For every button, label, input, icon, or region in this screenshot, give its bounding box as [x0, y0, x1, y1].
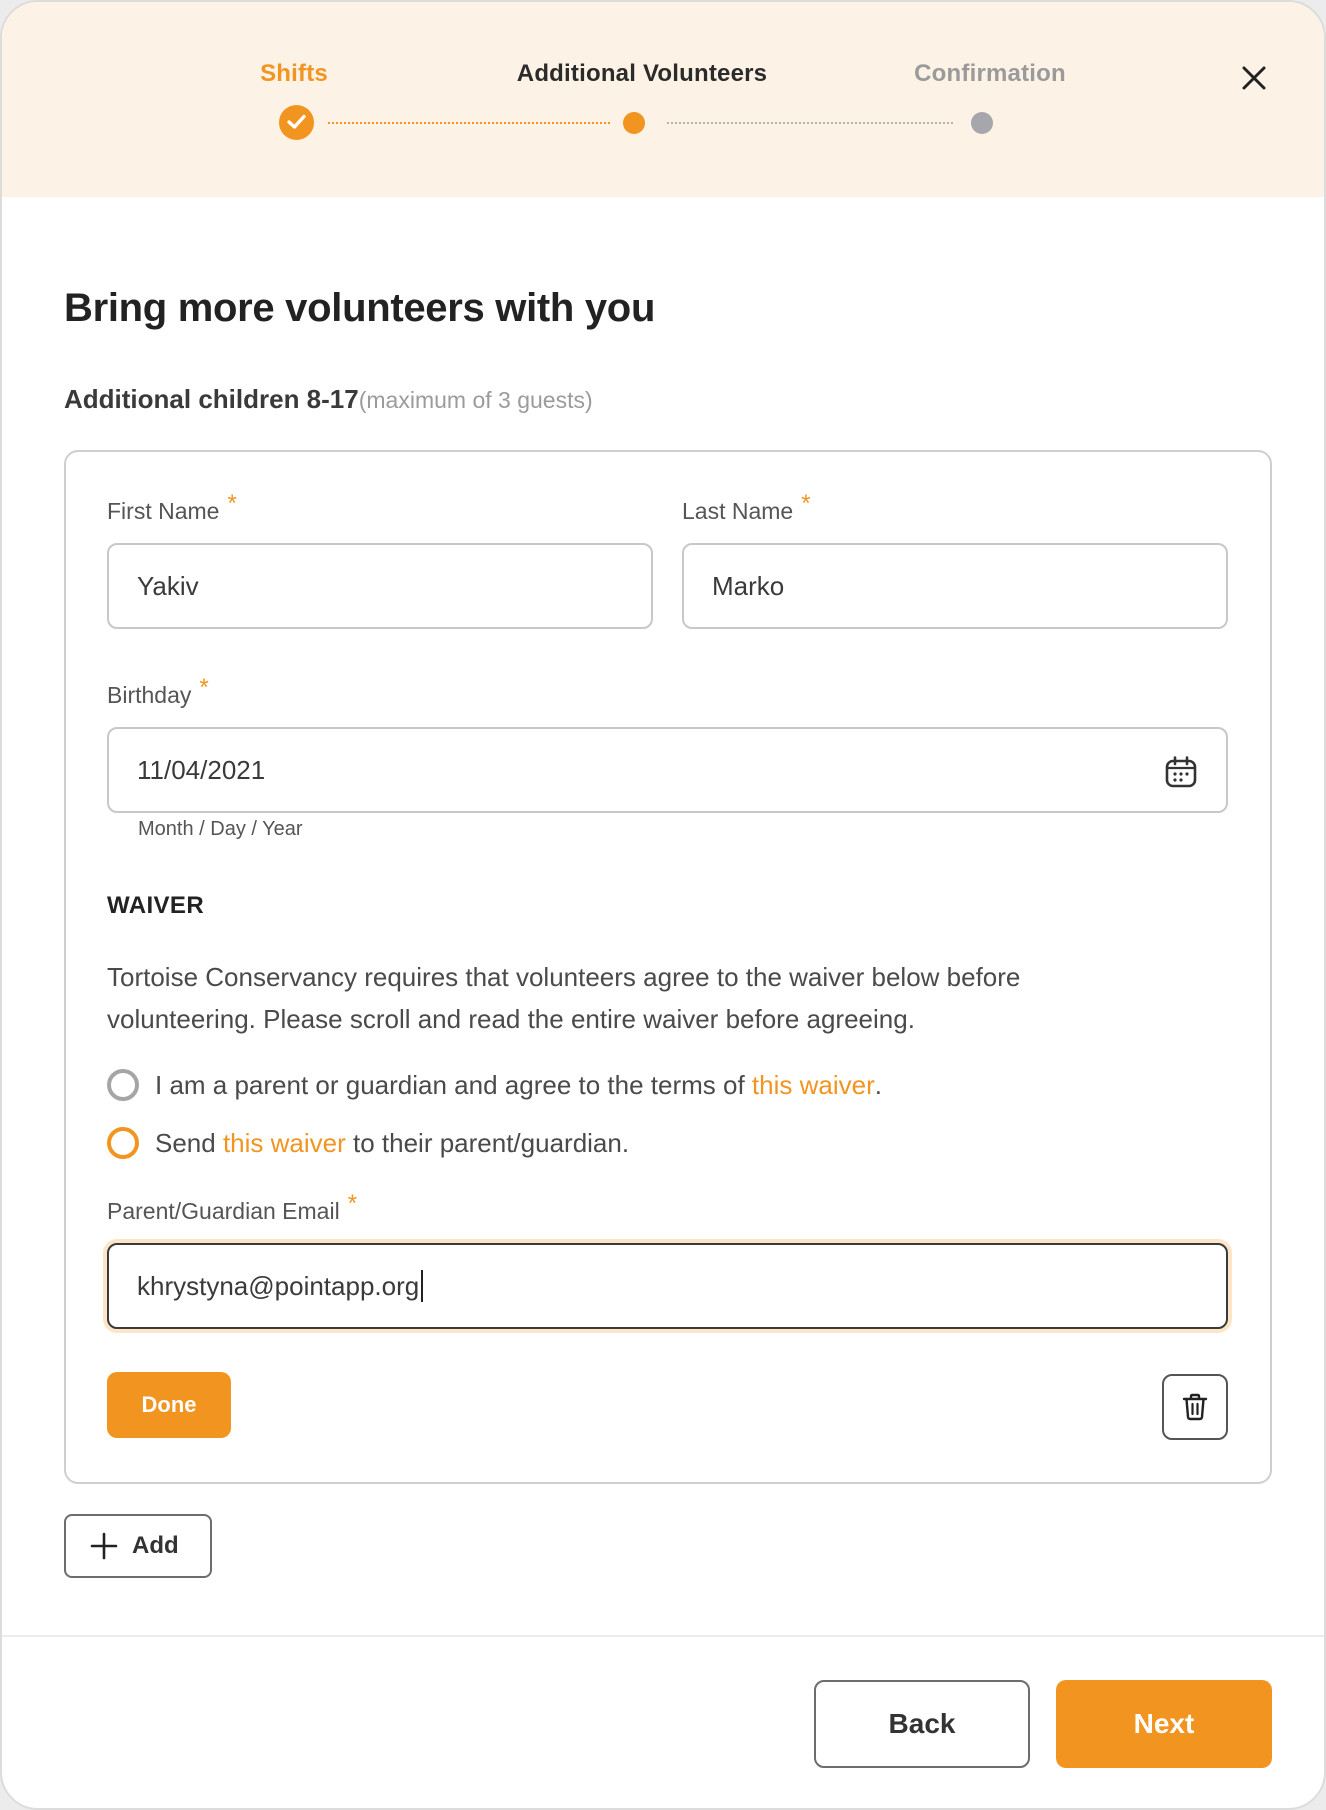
close-button[interactable]: [1234, 58, 1274, 98]
step-additional-volunteers-label[interactable]: Additional Volunteers: [517, 60, 767, 88]
last-name-label: Last Name *: [682, 490, 811, 526]
step-active-dot: [623, 112, 645, 134]
required-asterisk: *: [199, 674, 209, 701]
stepper-header: Shifts Additional Volunteers Confirmatio…: [2, 2, 1324, 197]
step-pending-dot: [971, 112, 993, 134]
next-button[interactable]: Next: [1056, 1680, 1272, 1768]
add-volunteer-button[interactable]: Add: [64, 1514, 212, 1578]
guardian-email-label-text: Parent/Guardian Email: [107, 1198, 340, 1224]
add-button-label: Add: [132, 1532, 179, 1559]
section-label-hint: (maximum of 3 guests): [358, 387, 593, 413]
page-title: Bring more volunteers with you: [64, 286, 656, 330]
modal-dialog: Shifts Additional Volunteers Confirmatio…: [0, 0, 1326, 1810]
waiver-description: Tortoise Conservancy requires that volun…: [107, 962, 1021, 1034]
required-asterisk: *: [801, 490, 811, 517]
text-cursor: [421, 1270, 424, 1302]
first-name-value: Yakiv: [137, 570, 199, 601]
step-shifts-label[interactable]: Shifts: [260, 60, 328, 88]
waiver-link[interactable]: this waiver: [752, 1070, 875, 1101]
trash-icon: [1182, 1393, 1208, 1421]
delete-volunteer-button[interactable]: [1162, 1374, 1228, 1440]
radio-send-to-guardian[interactable]: [107, 1127, 139, 1159]
birthday-label-text: Birthday: [107, 682, 192, 708]
step-connector-complete: [328, 122, 610, 124]
step-connector-pending: [667, 122, 953, 124]
first-name-label-text: First Name: [107, 498, 220, 524]
waiver-option-parent[interactable]: I am a parent or guardian and agree to t…: [107, 1069, 882, 1101]
first-name-input[interactable]: Yakiv: [107, 543, 653, 629]
plus-icon: [90, 1532, 118, 1560]
last-name-label-text: Last Name: [682, 498, 794, 524]
birthday-value: 11/04/2021: [137, 754, 266, 785]
last-name-value: Marko: [712, 570, 785, 601]
guardian-email-value: khrystyna@pointapp.org: [137, 1270, 420, 1301]
waiver-option-parent-text: I am a parent or guardian and agree to t…: [155, 1069, 752, 1100]
section-label: Additional children 8-17(maximum of 3 gu…: [64, 384, 593, 415]
radio-parent-agree[interactable]: [107, 1069, 139, 1101]
step-complete-check-icon: [279, 105, 314, 140]
birthday-input[interactable]: 11/04/2021: [107, 727, 1228, 813]
waiver-heading: WAIVER: [107, 892, 205, 919]
waiver-link[interactable]: this waiver: [223, 1128, 346, 1159]
guardian-email-input[interactable]: khrystyna@pointapp.org: [107, 1243, 1228, 1329]
waiver-option-send-suffix: to their parent/guardian.: [345, 1127, 630, 1158]
required-asterisk: *: [347, 1190, 358, 1217]
done-button[interactable]: Done: [107, 1372, 231, 1438]
calendar-icon[interactable]: [1164, 755, 1198, 789]
last-name-input[interactable]: Marko: [682, 543, 1228, 629]
waiver-option-parent-suffix: .: [874, 1069, 882, 1100]
waiver-option-send-prefix: Send: [155, 1127, 223, 1158]
section-label-main: Additional children 8-17: [64, 384, 359, 414]
birthday-label: Birthday *: [107, 674, 209, 710]
close-icon: [1242, 66, 1266, 90]
back-button[interactable]: Back: [814, 1680, 1030, 1768]
guardian-email-label: Parent/Guardian Email *: [107, 1190, 357, 1226]
waiver-option-send[interactable]: Send this waiver to their parent/guardia…: [107, 1127, 629, 1159]
footer-divider: [2, 1635, 1324, 1637]
step-confirmation-label: Confirmation: [914, 60, 1066, 87]
first-name-label: First Name *: [107, 490, 237, 526]
birthday-helper-text: Month / Day / Year: [138, 818, 303, 840]
required-asterisk: *: [227, 490, 237, 517]
